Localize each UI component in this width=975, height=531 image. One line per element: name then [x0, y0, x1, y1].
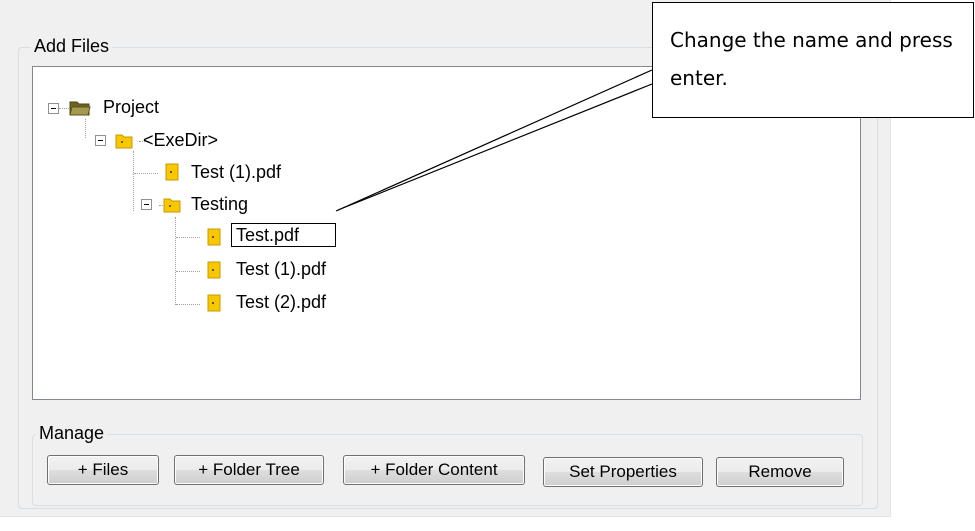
callout-box: Change the name and press enter. — [652, 2, 974, 118]
callout-text: Change the name and press enter. — [670, 28, 953, 90]
